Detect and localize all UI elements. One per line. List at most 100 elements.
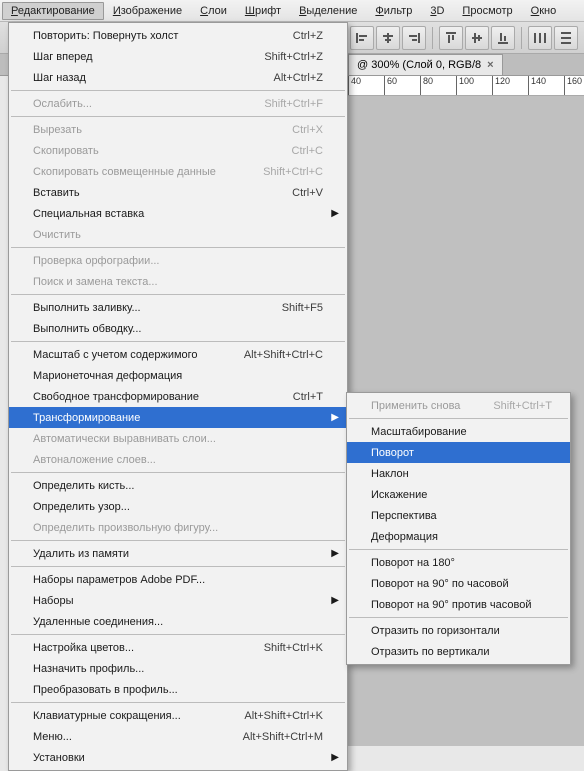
edit-menu-item-8: Скопировать совмещенные данныеShift+Ctrl… xyxy=(9,161,347,182)
edit-menu-item-42[interactable]: Установки▶ xyxy=(9,747,347,768)
edit-menu-item-21[interactable]: Свободное трансформированиеCtrl+T xyxy=(9,386,347,407)
edit-menu-item-0[interactable]: Повторить: Повернуть холстCtrl+Z xyxy=(9,25,347,46)
transform-item-2[interactable]: Масштабирование xyxy=(347,421,570,442)
edit-menu-item-9[interactable]: ВставитьCtrl+V xyxy=(9,182,347,203)
menu-item-label: Скопировать xyxy=(33,145,272,157)
menu-item-label: Клавиатурные сокращения... xyxy=(33,710,224,722)
submenu-arrow-icon: ▶ xyxy=(331,595,339,606)
menu-item-label: Наборы параметров Adobe PDF... xyxy=(33,574,323,586)
menubar-item-окно[interactable]: Окно xyxy=(522,2,566,20)
edit-menu-item-41[interactable]: Меню...Alt+Shift+Ctrl+M xyxy=(9,726,347,747)
menu-separator xyxy=(11,90,345,91)
edit-menu-item-26[interactable]: Определить кисть... xyxy=(9,475,347,496)
document-tab[interactable]: @ 300% (Слой 0, RGB/8 × xyxy=(348,54,503,75)
edit-menu-item-28: Определить произвольную фигуру... xyxy=(9,517,347,538)
menu-separator xyxy=(11,702,345,703)
menu-item-label: Поворот на 180° xyxy=(371,557,552,569)
menu-item-shortcut: Ctrl+V xyxy=(272,187,323,199)
menu-item-label: Очистить xyxy=(33,229,323,241)
menu-item-shortcut: Shift+Ctrl+C xyxy=(243,166,323,178)
align-bottom-button[interactable] xyxy=(491,26,515,50)
transform-item-14[interactable]: Отразить по вертикали xyxy=(347,641,570,662)
menu-item-label: Настройка цветов... xyxy=(33,642,244,654)
ruler-tick: 80 xyxy=(420,76,433,96)
edit-menu-item-2[interactable]: Шаг назадAlt+Ctrl+Z xyxy=(9,67,347,88)
menu-separator xyxy=(349,617,568,618)
menu-item-shortcut: Shift+F5 xyxy=(262,302,323,314)
menu-item-label: Трансформирование xyxy=(33,412,323,424)
edit-menu-dropdown: Повторить: Повернуть холстCtrl+ZШаг впер… xyxy=(8,22,348,771)
transform-item-10[interactable]: Поворот на 90° по часовой xyxy=(347,573,570,594)
ruler-tick: 60 xyxy=(384,76,397,96)
menu-item-shortcut: Ctrl+T xyxy=(273,391,323,403)
menu-item-label: Определить произвольную фигуру... xyxy=(33,522,323,534)
menu-separator xyxy=(349,549,568,550)
edit-menu-item-36[interactable]: Настройка цветов...Shift+Ctrl+K xyxy=(9,637,347,658)
close-icon[interactable]: × xyxy=(487,59,493,71)
menubar-item-фильтр[interactable]: Фильтр xyxy=(366,2,421,20)
edit-menu-item-20[interactable]: Марионеточная деформация xyxy=(9,365,347,386)
transform-submenu: Применить сноваShift+Ctrl+T Масштабирован… xyxy=(346,392,571,665)
transform-item-3[interactable]: Поворот xyxy=(347,442,570,463)
menu-item-shortcut: Alt+Shift+Ctrl+M xyxy=(223,731,323,743)
align-middle-button[interactable] xyxy=(465,26,489,50)
edit-menu-item-19[interactable]: Масштаб с учетом содержимогоAlt+Shift+Ct… xyxy=(9,344,347,365)
edit-menu-item-1[interactable]: Шаг впередShift+Ctrl+Z xyxy=(9,46,347,67)
menu-item-label: Наклон xyxy=(371,468,552,480)
menu-item-label: Применить снова xyxy=(371,400,473,412)
menubar-item-просмотр[interactable]: Просмотр xyxy=(453,2,521,20)
edit-menu-item-34[interactable]: Удаленные соединения... xyxy=(9,611,347,632)
menu-item-label: Масштаб с учетом содержимого xyxy=(33,349,224,361)
edit-menu-item-22[interactable]: Трансформирование▶ xyxy=(9,407,347,428)
transform-item-11[interactable]: Поворот на 90° против часовой xyxy=(347,594,570,615)
edit-menu-item-33[interactable]: Наборы▶ xyxy=(9,590,347,611)
menu-item-shortcut: Shift+Ctrl+Z xyxy=(244,51,323,63)
edit-menu-item-16[interactable]: Выполнить заливку...Shift+F5 xyxy=(9,297,347,318)
menu-item-shortcut: Alt+Shift+Ctrl+C xyxy=(224,349,323,361)
align-right-button[interactable] xyxy=(402,26,426,50)
menu-item-label: Шаг назад xyxy=(33,72,253,84)
menu-item-label: Удалить из памяти xyxy=(33,548,323,560)
edit-menu-item-27[interactable]: Определить узор... xyxy=(9,496,347,517)
transform-item-6[interactable]: Перспектива xyxy=(347,505,570,526)
menu-separator xyxy=(11,540,345,541)
align-center-h-button[interactable] xyxy=(376,26,400,50)
menu-item-label: Проверка орфографии... xyxy=(33,255,323,267)
menu-item-shortcut: Shift+Ctrl+K xyxy=(244,642,323,654)
edit-menu-item-32[interactable]: Наборы параметров Adobe PDF... xyxy=(9,569,347,590)
transform-item-5[interactable]: Искажение xyxy=(347,484,570,505)
menu-item-shortcut: Shift+Ctrl+F xyxy=(244,98,323,110)
menu-item-label: Вырезать xyxy=(33,124,272,136)
align-top-button[interactable] xyxy=(439,26,463,50)
edit-menu-item-17[interactable]: Выполнить обводку... xyxy=(9,318,347,339)
menu-item-shortcut: Alt+Shift+Ctrl+K xyxy=(224,710,323,722)
transform-item-9[interactable]: Поворот на 180° xyxy=(347,552,570,573)
horizontal-ruler: 406080100120140160 xyxy=(348,76,584,96)
align-left-button[interactable] xyxy=(350,26,374,50)
menubar-item-выделение[interactable]: Выделение xyxy=(290,2,366,20)
transform-item-13[interactable]: Отразить по горизонтали xyxy=(347,620,570,641)
menu-item-label: Повторить: Повернуть холст xyxy=(33,30,273,42)
menubar-item-3d[interactable]: 3D xyxy=(421,2,453,20)
edit-menu-item-37[interactable]: Назначить профиль... xyxy=(9,658,347,679)
edit-menu-item-40[interactable]: Клавиатурные сокращения...Alt+Shift+Ctrl… xyxy=(9,705,347,726)
menu-item-label: Преобразовать в профиль... xyxy=(33,684,323,696)
edit-menu-item-10[interactable]: Специальная вставка▶ xyxy=(9,203,347,224)
edit-menu-item-38[interactable]: Преобразовать в профиль... xyxy=(9,679,347,700)
toolbar-separator xyxy=(521,27,522,49)
menu-item-label: Специальная вставка xyxy=(33,208,323,220)
menu-item-label: Вставить xyxy=(33,187,272,199)
menubar-item-шрифт[interactable]: Шрифт xyxy=(236,2,290,20)
transform-item-7[interactable]: Деформация xyxy=(347,526,570,547)
distribute-h-button[interactable] xyxy=(528,26,552,50)
edit-menu-item-30[interactable]: Удалить из памяти▶ xyxy=(9,543,347,564)
menubar-item-изображение[interactable]: Изображение xyxy=(104,2,191,20)
transform-item-4[interactable]: Наклон xyxy=(347,463,570,484)
ruler-tick: 40 xyxy=(348,76,361,96)
menu-item-label: Определить узор... xyxy=(33,501,323,513)
menubar-item-редактирование[interactable]: Редактирование xyxy=(2,2,104,20)
menubar-item-слои[interactable]: Слои xyxy=(191,2,236,20)
menubar: РедактированиеИзображениеСлоиШрифтВыделе… xyxy=(0,0,584,22)
menu-item-shortcut: Shift+Ctrl+T xyxy=(473,400,552,412)
distribute-v-button[interactable] xyxy=(554,26,578,50)
